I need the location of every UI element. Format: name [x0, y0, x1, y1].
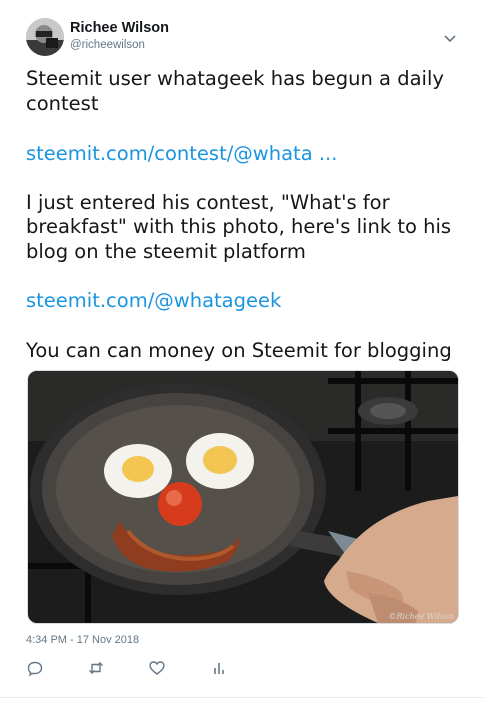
tweet-text-line: I just entered his contest, "What's for [26, 191, 390, 214]
chevron-down-icon[interactable] [442, 30, 458, 46]
blog-link[interactable]: steemit.com/@whatageek [26, 289, 466, 314]
analytics-icon[interactable] [210, 659, 228, 677]
retweet-icon[interactable] [87, 659, 105, 677]
contest-link[interactable]: steemit.com/contest/@whata ... [26, 142, 466, 167]
divider [0, 697, 484, 698]
tweet-photo[interactable]: ©Richee Wilson [27, 370, 459, 624]
tweet-text-line: contest [26, 92, 99, 115]
avatar[interactable] [26, 18, 64, 56]
author-name[interactable]: Richee Wilson [70, 20, 169, 36]
tweet-text-line: breakfast" with this photo, here's link … [26, 215, 452, 238]
photo-watermark: ©Richee Wilson [388, 612, 455, 621]
timestamp[interactable]: 4:34 PM - 17 Nov 2018 [26, 634, 139, 646]
tweet-text-line: blog on the steemit platform [26, 240, 306, 263]
reply-icon[interactable] [26, 659, 44, 677]
author-handle[interactable]: @richeewilson [70, 39, 145, 51]
tweet-text-line: Steemit user whatageek has begun a daily [26, 67, 444, 90]
tweet: Richee Wilson @richeewilson Steemit user… [0, 0, 484, 701]
tweet-text-line: You can can money on Steemit for bloggin… [26, 339, 452, 362]
heart-icon[interactable] [148, 659, 166, 677]
